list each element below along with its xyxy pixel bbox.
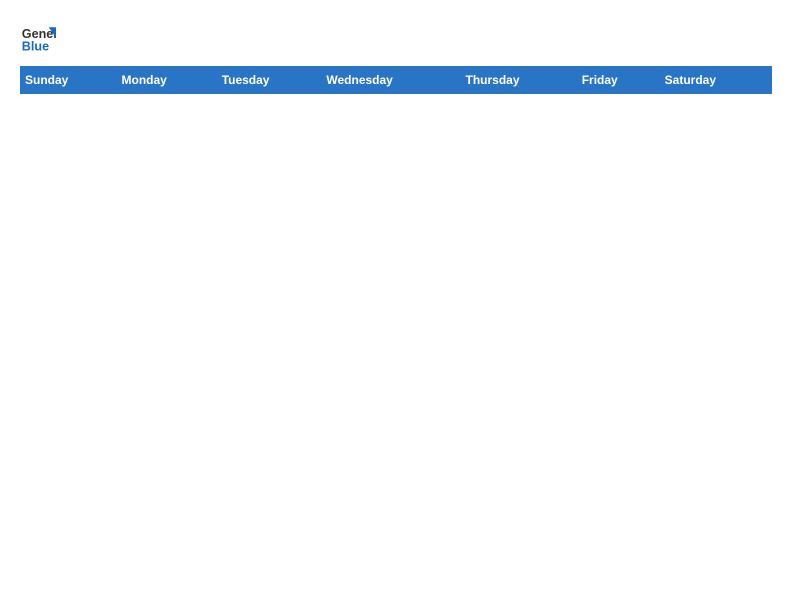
header-friday: Friday — [577, 67, 660, 94]
header-thursday: Thursday — [461, 67, 577, 94]
header-monday: Monday — [117, 67, 217, 94]
page-header: General Blue — [20, 20, 772, 56]
header-wednesday: Wednesday — [322, 67, 461, 94]
header-tuesday: Tuesday — [217, 67, 322, 94]
header-sunday: Sunday — [21, 67, 118, 94]
header-saturday: Saturday — [660, 67, 771, 94]
calendar-table: SundayMondayTuesdayWednesdayThursdayFrid… — [20, 66, 772, 94]
logo-icon: General Blue — [20, 20, 56, 56]
svg-text:Blue: Blue — [22, 40, 49, 54]
calendar-header-row: SundayMondayTuesdayWednesdayThursdayFrid… — [21, 67, 772, 94]
logo: General Blue — [20, 20, 60, 56]
